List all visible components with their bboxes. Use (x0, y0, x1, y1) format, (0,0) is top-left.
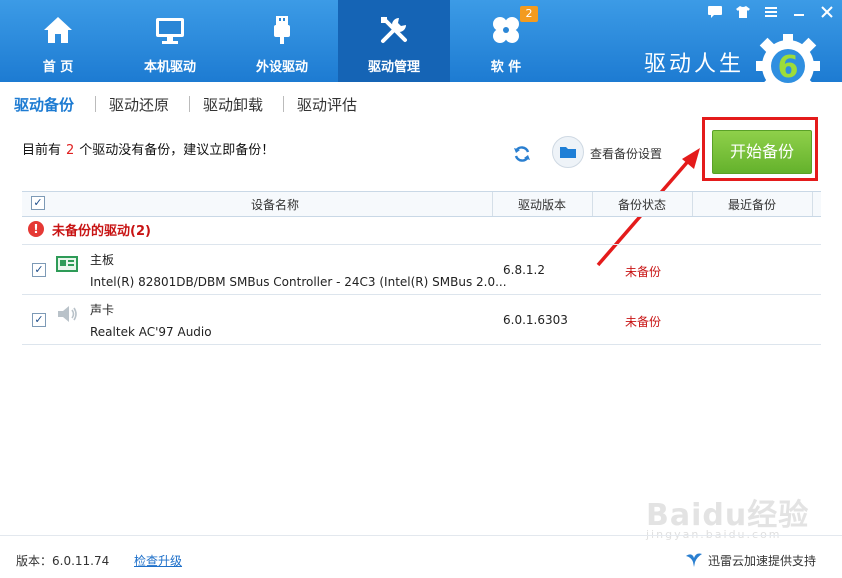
footer-bar: 版本：6.0.11.74 检查升级 迅雷云加速提供支持 (0, 535, 842, 578)
device-name: 主板 (90, 253, 115, 267)
col-driver-version: 驱动版本 (517, 198, 566, 212)
top-bar: 首 页 本机驱动 外设驱动 驱动管理 软 件 2 驱动人生 6 (0, 0, 842, 98)
tab-divider (95, 96, 96, 112)
backup-notice: 目前有 2 个驱动没有备份，建议立即备份！ (22, 139, 274, 158)
logo-digit: 6 (778, 50, 799, 85)
apps-icon (493, 17, 519, 43)
brand-name: 驱动人生 (644, 52, 745, 77)
thunder-bird-icon (686, 553, 702, 567)
table-row[interactable]: ✓ 声卡 Realtek AC'97 Audio 6.0.1.6303 未备份 (22, 294, 821, 345)
nav-local-drivers-label: 本机驱动 (143, 60, 196, 75)
nav-home-label: 首 页 (42, 60, 74, 75)
tab-divider (189, 96, 190, 112)
support-label: 迅雷云加速提供支持 (708, 554, 817, 568)
folder-icon (552, 136, 584, 168)
check-update-link[interactable]: 检查升级 (134, 552, 182, 569)
select-all-checkbox[interactable]: ✓ (31, 196, 45, 210)
backup-status: 未备份 (625, 315, 662, 329)
usb-icon (274, 16, 290, 44)
nav-peripheral-drivers[interactable]: 外设驱动 (226, 0, 338, 82)
tab-driver-uninstall[interactable]: 驱动卸载 (203, 94, 263, 115)
home-icon (44, 17, 72, 43)
nav-peripheral-drivers-label: 外设驱动 (255, 60, 308, 75)
nav-software[interactable]: 软 件 (450, 0, 562, 82)
table-header: ✓ 设备名称 驱动版本 备份状态 最近备份 (22, 191, 821, 217)
refresh-icon[interactable] (512, 144, 532, 164)
message-icon[interactable] (706, 6, 724, 22)
nav-driver-management[interactable]: 驱动管理 (338, 0, 450, 82)
notice-prefix: 目前有 (22, 143, 62, 158)
group-label: 未备份的驱动(2) (52, 224, 151, 239)
tab-divider (283, 96, 284, 112)
nav-driver-management-label: 驱动管理 (367, 60, 420, 75)
device-description: Realtek AC'97 Audio (90, 325, 212, 339)
col-backup-status: 备份状态 (617, 198, 666, 212)
tools-icon (381, 17, 407, 43)
tab-driver-evaluate[interactable]: 驱动评估 (297, 94, 357, 115)
nav-home[interactable]: 首 页 (2, 0, 114, 82)
backup-status: 未备份 (625, 265, 662, 279)
tab-driver-restore[interactable]: 驱动还原 (109, 94, 169, 115)
tab-driver-backup[interactable]: 驱动备份 (14, 94, 74, 115)
version-label: 版本：6.0.11.74 (16, 554, 110, 568)
col-last-backup: 最近备份 (727, 198, 776, 212)
notice-suffix: 个驱动没有备份，建议立即备份！ (79, 143, 275, 158)
software-badge: 2 (520, 6, 538, 22)
warning-icon: ! (28, 221, 44, 237)
row-checkbox[interactable]: ✓ (32, 313, 46, 327)
device-name: 声卡 (90, 303, 115, 317)
highlight-box (702, 117, 818, 181)
motherboard-icon (56, 256, 78, 272)
nav-software-label: 软 件 (490, 60, 522, 75)
device-description: Intel(R) 82801DB/DBM SMBus Controller - … (90, 275, 507, 289)
subtab-bar: 驱动备份 驱动还原 驱动卸载 驱动评估 (0, 82, 842, 122)
table-bottom-border (22, 344, 821, 345)
close-icon[interactable] (818, 6, 836, 22)
row-checkbox[interactable]: ✓ (32, 263, 46, 277)
unbacked-group-header: ! 未备份的驱动(2) (22, 219, 821, 243)
speaker-icon (58, 306, 77, 322)
menu-icon[interactable] (762, 6, 780, 22)
monitor-icon (156, 18, 184, 44)
col-device-name: 设备名称 (250, 198, 299, 212)
table-row[interactable]: ✓ 主板 Intel(R) 82801DB/DBM SMBus Controll… (22, 244, 821, 295)
minimize-icon[interactable] (790, 6, 808, 22)
driver-version: 6.0.1.6303 (503, 313, 568, 327)
skin-icon[interactable] (734, 6, 752, 22)
driver-version: 6.8.1.2 (503, 263, 545, 277)
notice-count: 2 (66, 143, 75, 158)
col-divider (812, 192, 813, 216)
nav-local-drivers[interactable]: 本机驱动 (114, 0, 226, 82)
